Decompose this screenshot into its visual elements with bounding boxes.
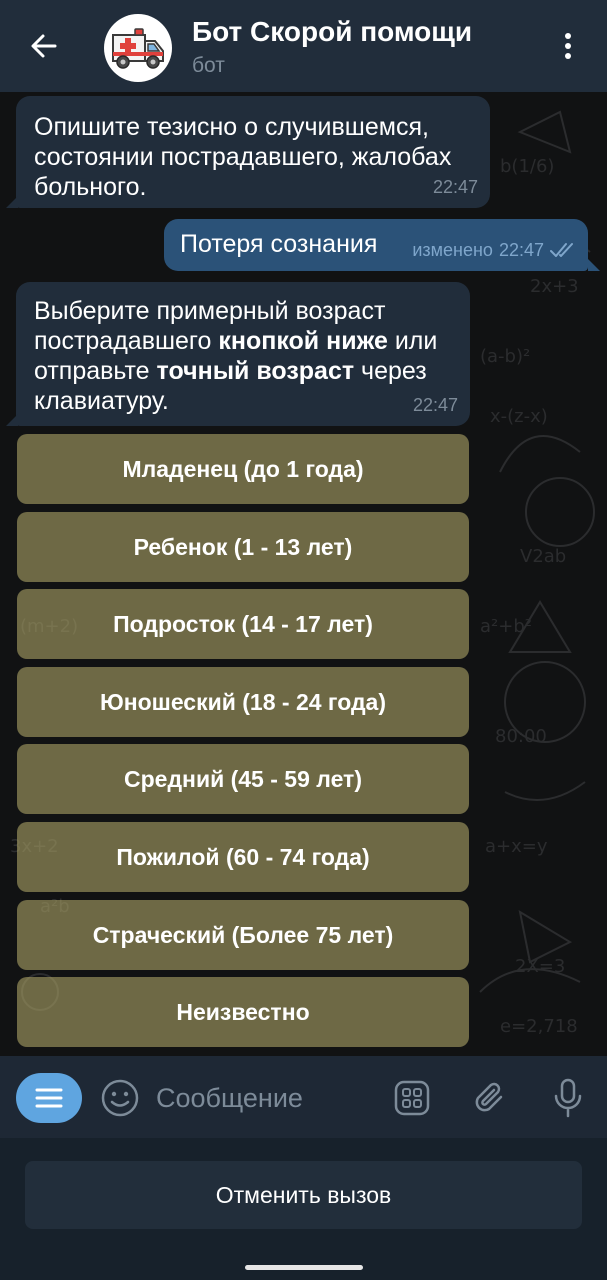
paperclip-icon <box>475 1082 503 1112</box>
chat-subtitle: бот <box>192 54 225 77</box>
message-time: 22:47 <box>432 177 478 197</box>
reply-keyboard-panel: Отменить вызов <box>0 1138 607 1280</box>
emoji-button[interactable] <box>98 1076 142 1120</box>
svg-text:b(1/6): b(1/6) <box>500 156 554 177</box>
ambulance-icon <box>112 28 164 69</box>
bot-keyboard-icon <box>394 1080 430 1116</box>
bot-avatar[interactable] <box>104 14 172 82</box>
bubble-tail <box>6 414 18 426</box>
svg-text:a+x=y: a+x=y <box>485 836 548 857</box>
bubble-tail <box>588 259 600 271</box>
svg-text:V2ab: V2ab <box>520 546 566 567</box>
home-indicator[interactable] <box>245 1265 363 1270</box>
inline-button-unknown[interactable]: Неизвестно <box>17 977 469 1047</box>
chat-header: Бот Скорой помощи бот <box>0 0 607 92</box>
arrow-left-icon <box>31 34 57 58</box>
back-button[interactable] <box>22 24 66 68</box>
edited-label: изменено <box>412 240 493 260</box>
outgoing-message[interactable]: Потеря сознания изменено 22:47 <box>164 219 588 271</box>
double-check-icon <box>550 243 573 257</box>
attach-button[interactable] <box>468 1076 512 1120</box>
bot-menu-button[interactable] <box>16 1073 82 1123</box>
message-time: 22:47 <box>412 395 458 415</box>
svg-text:2x+3: 2x+3 <box>530 276 579 297</box>
svg-text:x-(z-x): x-(z-x) <box>490 406 548 427</box>
svg-text:a²+b²: a²+b² <box>480 616 532 637</box>
inline-button-elderly[interactable]: Пожилой (60 - 74 года) <box>17 822 469 892</box>
message-time: 22:47 <box>498 240 544 260</box>
inline-button-child[interactable]: Ребенок (1 - 13 лет) <box>17 512 469 582</box>
chat-title[interactable]: Бот Скорой помощи <box>192 16 472 48</box>
microphone-button[interactable] <box>546 1076 590 1120</box>
inline-button-middle[interactable]: Средний (45 - 59 лет) <box>17 744 469 814</box>
message-input[interactable] <box>156 1078 376 1118</box>
svg-text:(a-b)²: (a-b)² <box>480 346 530 367</box>
more-options-button[interactable] <box>548 24 588 68</box>
inline-button-senile[interactable]: Страческий (Более 75 лет) <box>17 900 469 970</box>
bot-menu-icon <box>35 1088 63 1108</box>
chat-area[interactable]: b(1/6) 2x+3 (a-b)² x-(z-x) V2ab a²+b² 80… <box>0 92 607 1056</box>
message-meta: изменено 22:47 <box>412 235 576 265</box>
bot-keyboard-button[interactable] <box>390 1076 434 1120</box>
svg-text:2X=3: 2X=3 <box>515 956 565 977</box>
message-text: Опишите тезисно о случившемся, состоянии… <box>34 113 452 201</box>
svg-text:80:00: 80:00 <box>495 726 547 747</box>
bubble-tail <box>6 196 18 208</box>
text-bold: кнопкой ниже <box>218 327 388 355</box>
message-input-bar <box>0 1056 607 1138</box>
text-bold: точный возраст <box>156 357 355 385</box>
inline-button-infant[interactable]: Младенец (до 1 года) <box>17 434 469 504</box>
emoji-icon <box>101 1079 139 1117</box>
more-vertical-icon <box>565 33 571 59</box>
incoming-message[interactable]: Опишите тезисно о случившемся, состоянии… <box>16 96 490 208</box>
incoming-message[interactable]: Выберите примерный возраст пострадавшего… <box>16 282 470 426</box>
inline-button-youth[interactable]: Юношеский (18 - 24 года) <box>17 667 469 737</box>
cancel-call-button[interactable]: Отменить вызов <box>25 1161 582 1229</box>
inline-button-teen[interactable]: Подросток (14 - 17 лет) <box>17 589 469 659</box>
microphone-icon <box>554 1078 582 1118</box>
message-text: Выберите примерный возраст пострадавшего… <box>34 296 452 416</box>
svg-text:e=2,718: e=2,718 <box>500 1016 578 1037</box>
